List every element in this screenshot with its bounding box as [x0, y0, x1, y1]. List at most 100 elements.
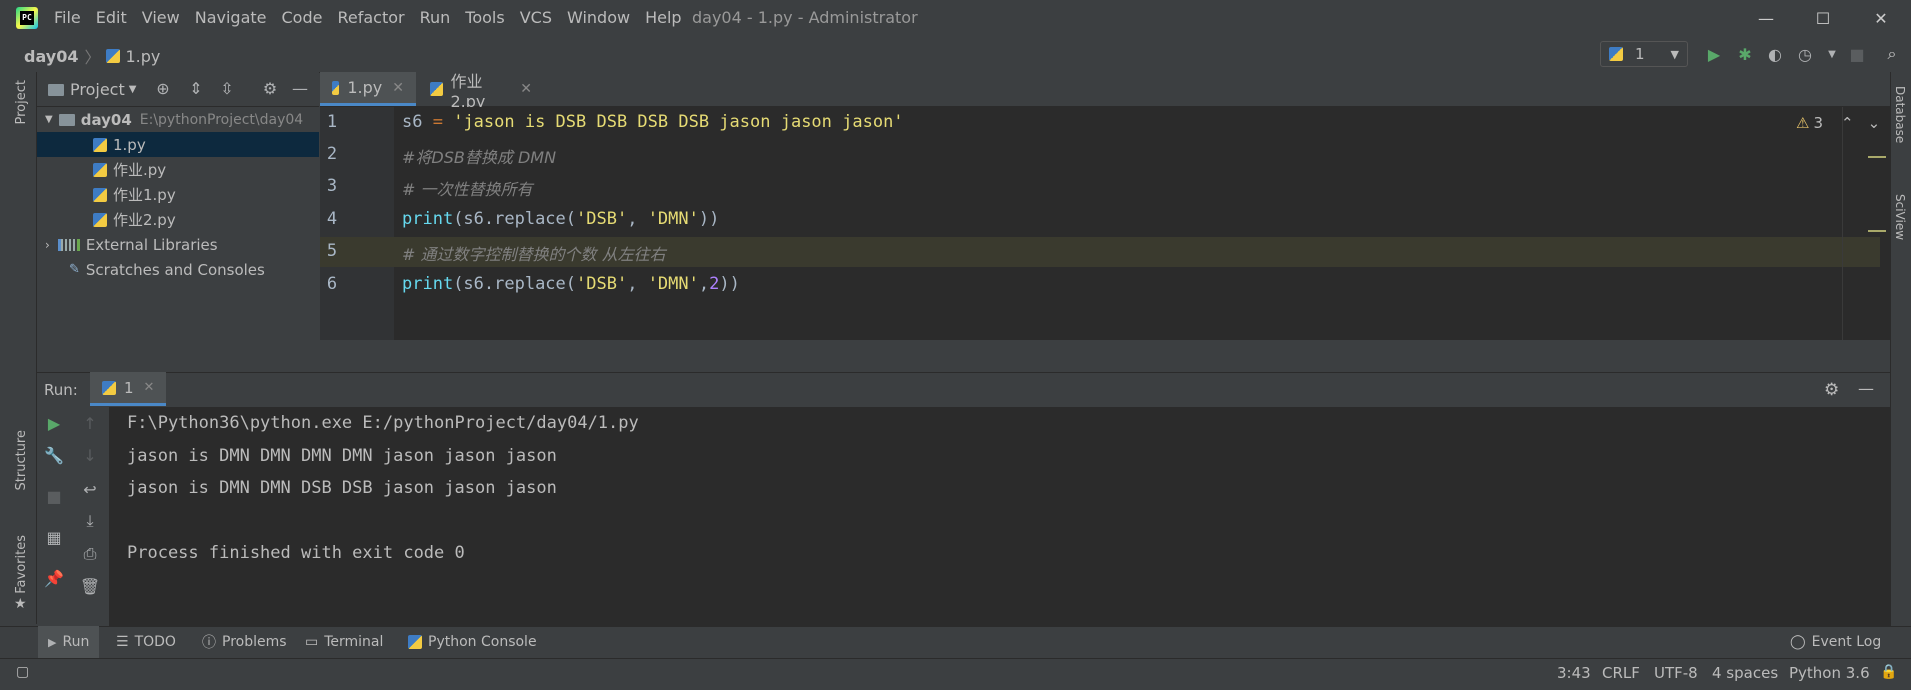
menu-edit[interactable]: Edit [96, 8, 136, 27]
menu-run[interactable]: Run [420, 8, 460, 27]
close-icon[interactable]: ✕ [520, 81, 532, 97]
close-icon[interactable]: ✕ [392, 80, 404, 96]
stop-icon[interactable]: ■ [42, 485, 66, 509]
chevron-up-icon[interactable]: ⌃ [1841, 114, 1854, 132]
tree-file-zuoye1[interactable]: 作业1.py [37, 182, 319, 207]
scratches-icon: ✎ [69, 262, 80, 277]
menu-window[interactable]: Window [567, 8, 639, 27]
console-output[interactable] [110, 407, 1891, 626]
breadcrumb: day04 〉 1.py [24, 44, 160, 68]
project-tool-tab[interactable]: Project [14, 80, 29, 124]
arrow-down-icon[interactable]: ↓ [78, 444, 102, 468]
minimize-button[interactable]: — [1740, 0, 1792, 36]
hide-icon[interactable]: — [290, 79, 310, 99]
run-config-value: 1 [1635, 45, 1645, 63]
run-tab-1[interactable]: 1 ✕ [90, 372, 167, 406]
print-icon[interactable]: ⎙ [78, 542, 102, 566]
arrow-up-icon[interactable]: ↑ [78, 412, 102, 436]
menu-navigate[interactable]: Navigate [195, 8, 276, 27]
menu-view[interactable]: View [142, 8, 189, 27]
tree-root-folder[interactable]: ▼ day04 E:\pythonProject\day04 [37, 107, 319, 132]
code-token: print [402, 274, 454, 294]
line-separator[interactable]: CRLF [1602, 664, 1640, 682]
root-folder-path: E:\pythonProject\day04 [139, 111, 304, 128]
code-line-6: print(s6.replace('DSB', 'DMN',2)) [402, 274, 740, 294]
python-icon [102, 380, 116, 395]
run-icon[interactable]: ▶ [1702, 42, 1726, 66]
profile-icon[interactable]: ◷ [1793, 42, 1817, 66]
code-token: 'DMN' [647, 209, 699, 229]
chevron-down-icon: ▼ [128, 84, 137, 95]
indent-setting[interactable]: 4 spaces [1712, 664, 1778, 682]
menu-vcs[interactable]: VCS [520, 8, 561, 27]
warning-marker[interactable] [1868, 230, 1886, 232]
gear-icon[interactable]: ⚙ [1824, 380, 1839, 400]
tree-file-zuoye2[interactable]: 作业2.py [37, 207, 319, 232]
tool-tab-run[interactable]: ▶ Run [38, 626, 100, 658]
caret-position[interactable]: 3:43 [1557, 664, 1591, 682]
stop-icon[interactable]: ■ [1845, 42, 1869, 66]
tool-tab-todo[interactable]: ☰ TODO [116, 626, 176, 658]
python-icon [1609, 47, 1623, 61]
code-token: 2 [709, 274, 720, 294]
menu-tools[interactable]: Tools [465, 8, 513, 27]
close-icon[interactable]: ✕ [144, 380, 155, 395]
tree-scratches[interactable]: ✎ Scratches and Consoles [37, 257, 319, 282]
menu-file[interactable]: File [54, 8, 90, 27]
breadcrumb-file[interactable]: 1.py [125, 47, 160, 66]
breadcrumb-project[interactable]: day04 [24, 47, 78, 66]
wrench-icon[interactable]: 🔧 [42, 444, 66, 468]
inspection-widget[interactable]: ⚠ 3 ⌃ ⌄ [1796, 114, 1880, 132]
toggle-tool-windows-icon[interactable]: ▢ [16, 664, 29, 680]
terminal-icon: ▭ [305, 634, 319, 650]
close-button[interactable]: ✕ [1855, 0, 1907, 36]
layout-icon[interactable]: ▦ [42, 526, 66, 550]
warning-marker[interactable] [1868, 156, 1886, 158]
tool-tab-event-log[interactable]: ◯ Event Log [1790, 626, 1881, 658]
code-token: = [422, 112, 454, 132]
tree-file-zuoye[interactable]: 作业.py [37, 157, 319, 182]
maximize-button[interactable]: ☐ [1797, 0, 1849, 36]
lock-icon[interactable]: 🔒 [1880, 664, 1897, 680]
project-view-select[interactable]: Project ▼ [48, 80, 136, 99]
database-tool-tab[interactable]: Database [1893, 86, 1907, 143]
search-icon[interactable]: ⌕ [1880, 42, 1904, 66]
file-name: 作业1.py [113, 186, 176, 204]
tool-tab-label: Run [62, 634, 90, 650]
trash-icon[interactable]: 🗑 [78, 575, 102, 599]
tool-tab-label: Python Console [428, 634, 537, 650]
menu-code[interactable]: Code [282, 8, 332, 27]
tool-tab-terminal[interactable]: ▭ Terminal [305, 626, 383, 658]
tab-1py[interactable]: 1.py ✕ [320, 72, 416, 106]
more-run-chevron-icon[interactable]: ▼ [1820, 42, 1844, 66]
coverage-icon[interactable]: ◐ [1763, 42, 1787, 66]
chevron-down-icon[interactable]: ⌄ [1868, 114, 1881, 132]
pin-icon[interactable]: 📌 [42, 567, 66, 591]
locate-icon[interactable]: ⊕ [153, 79, 173, 99]
run-config-select[interactable]: 1 ▼ [1600, 41, 1688, 67]
rerun-icon[interactable]: ▶ [42, 412, 66, 436]
tab-zuoye2[interactable]: 作业2.py ✕ [418, 72, 544, 111]
tree-file-1py[interactable]: 1.py [37, 132, 319, 157]
python-interpreter[interactable]: Python 3.6 [1789, 664, 1870, 682]
file-name: 作业2.py [113, 211, 176, 229]
code-token: , [627, 274, 648, 294]
soft-wrap-icon[interactable]: ↩ [78, 478, 102, 502]
hide-icon[interactable]: — [1858, 379, 1874, 398]
collapse-all-icon[interactable]: ⇳ [217, 79, 237, 99]
structure-tool-tab[interactable]: Structure [14, 430, 29, 490]
tool-tab-problems[interactable]: ⓘ Problems [202, 626, 287, 658]
debug-icon[interactable]: ✱ [1733, 42, 1757, 66]
menu-refactor[interactable]: Refactor [337, 8, 413, 27]
python-file-icon [106, 49, 121, 63]
tool-tab-python-console[interactable]: Python Console [408, 626, 537, 658]
expand-all-icon[interactable]: ⇕ [186, 79, 206, 99]
scroll-to-end-icon[interactable]: ⤓ [78, 509, 102, 533]
run-icon: ▶ [48, 635, 57, 649]
sciview-tool-tab[interactable]: SciView [1893, 194, 1907, 240]
file-encoding[interactable]: UTF-8 [1654, 664, 1698, 682]
menu-help[interactable]: Help [645, 8, 690, 27]
favorites-tool-tab[interactable]: Favorites [14, 535, 29, 594]
tree-external-libraries[interactable]: › External Libraries [37, 232, 319, 257]
gear-icon[interactable]: ⚙ [260, 79, 280, 99]
